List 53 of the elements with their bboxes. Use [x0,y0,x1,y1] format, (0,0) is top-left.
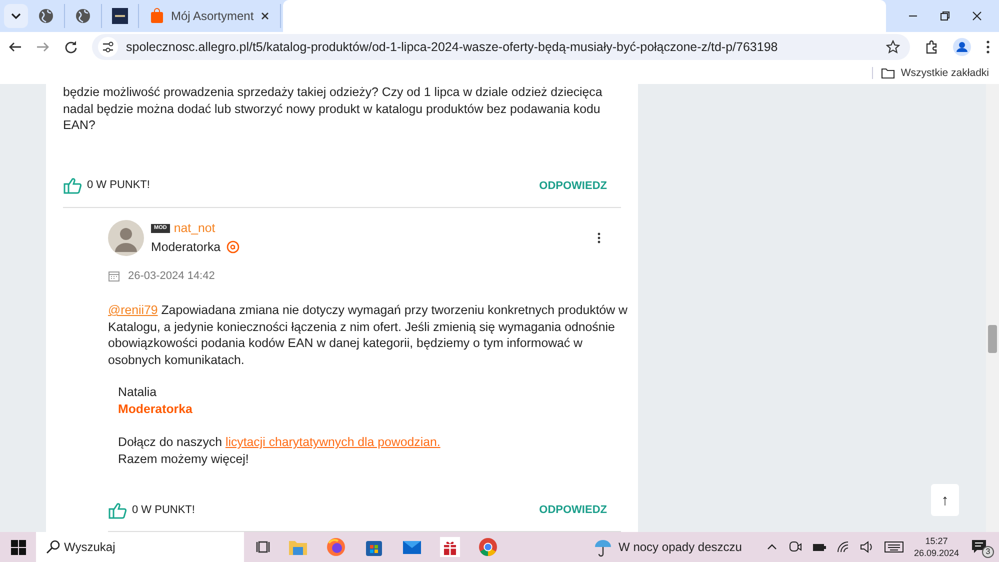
signature-closing: Razem możemy więcej! [118,450,250,467]
bank-logo-icon [112,8,128,24]
reload-icon[interactable] [64,40,78,54]
folder-icon [880,67,895,79]
post-date: 26-03-2024 14:42 [128,268,215,284]
star-icon[interactable] [886,40,900,54]
close-tab-icon[interactable] [260,11,270,21]
taskbar-search-field[interactable]: Wyszukaj [36,532,244,562]
forward-icon[interactable] [36,40,50,54]
speaker-icon[interactable] [860,540,874,554]
firefox-icon[interactable] [326,537,346,557]
address-bar[interactable]: spolecznosc.allegro.pl/t5/katalog-produktów/od-1-lipca-2024-wasze-oferty-będą-musiały-być-połączone-z/td-p/763198 [92,34,910,60]
post-text: @renii79 Zapowiadana zmiana nie dotyczy wymagań przy tworzeniu konkretnych produktów w Katalogu, a jedynie konieczności łączenia z nim ofert. Jeśli zmienią się wymagania odnośnie obowiązkowości podania kodów EAN w danej kategorii, będziemy o tym informować w osobnych komunikatach. [108,302,628,368]
thumbs-up-icon[interactable] [63,176,83,195]
camera-icon[interactable] [788,540,802,554]
post-menu-icon[interactable] [596,232,602,244]
task-view-icon[interactable] [256,539,270,555]
back-to-top-button[interactable]: ↑ [931,484,959,516]
post-text: będzie możliwość prowadzenia sprzedaży takiej odzieży? Czy od 1 lipca w dziale odzież dziecięca nadal będzie można dodać lub stworzyć nowy produkt w katalogu produktów bez podawania kodu EAN? [63,84,604,134]
likes-count: 0 W PUNKT! [87,178,150,194]
weather-text[interactable]: W nocy opady deszczu [618,540,742,554]
clock[interactable]: 15:27 26.09.2024 [914,535,959,559]
profile-icon[interactable] [953,38,971,56]
windows-start-icon[interactable] [10,540,26,554]
notifications-button[interactable]: 3 [969,536,991,558]
allegro-a-icon [226,240,240,254]
shopping-bag-icon [149,8,165,24]
signature-role: Moderatorka [118,400,194,417]
tab-search-button[interactable] [4,4,28,28]
tab-title: Mój Asortyment [171,9,254,23]
all-bookmarks-link[interactable]: Wszystkie zakładki [900,67,989,79]
gift-icon[interactable] [440,537,460,557]
calendar-icon [108,270,120,282]
signature-name: Natalia [118,384,158,400]
likes-count: 0 W PUNKT! [132,502,195,518]
signature-text: Dołącz do naszych licytacji charytatywnych dla powodzian. [118,434,442,450]
avatar [108,220,144,256]
search-icon [46,540,60,554]
globe-icon [38,8,54,24]
scrollbar[interactable] [986,84,999,532]
chrome-icon[interactable] [478,537,498,557]
more-icon[interactable] [985,40,991,54]
extensions-icon[interactable] [924,40,939,54]
keyboard-icon[interactable] [884,540,904,554]
restore-icon[interactable] [939,10,951,22]
network-icon[interactable] [836,540,850,554]
close-icon[interactable] [971,10,983,22]
author-rank: Moderatorka [151,238,221,255]
site-settings-icon[interactable] [98,37,118,57]
globe-icon [75,8,91,24]
umbrella-icon [592,537,613,557]
thumbs-up-icon[interactable] [108,500,128,520]
back-icon[interactable] [8,40,22,54]
